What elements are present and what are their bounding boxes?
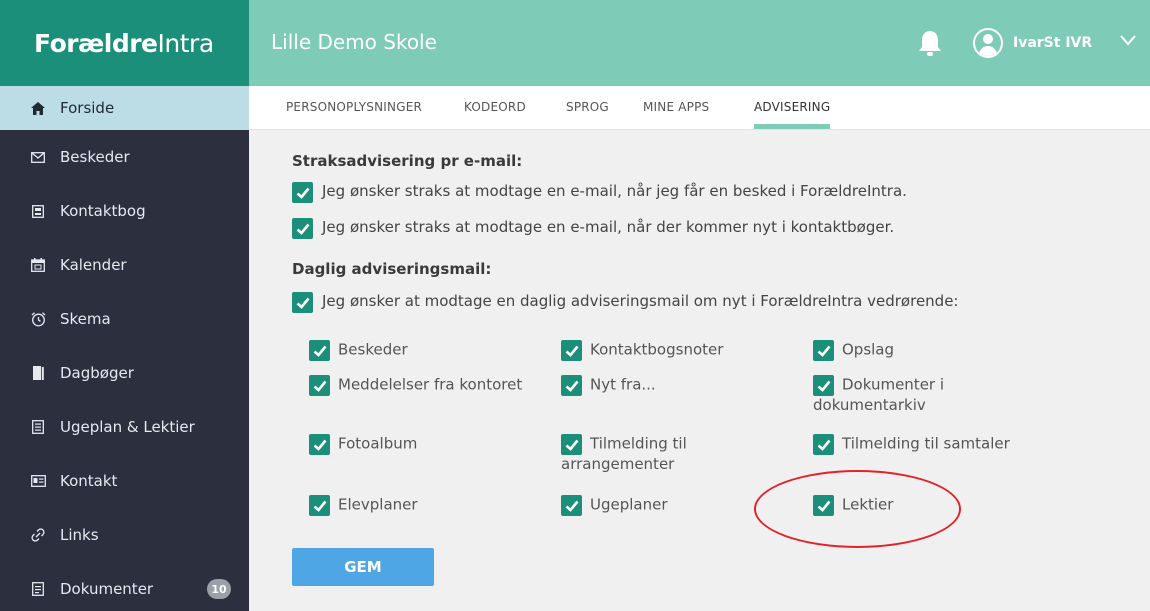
sidebar-item-label: Beskeder <box>60 148 130 166</box>
daily-option-elevplaner[interactable]: Elevplaner <box>309 495 549 516</box>
home-icon <box>28 100 48 116</box>
checkbox-checked-icon[interactable] <box>292 292 313 313</box>
link-icon <box>28 527 48 543</box>
checkbox-checked-icon[interactable] <box>813 375 834 396</box>
tab-advisering[interactable]: ADVISERING <box>754 100 830 114</box>
user-name: IvarSt IVR <box>1013 35 1093 51</box>
sidebar-item-label: Dokumenter <box>60 580 154 598</box>
sidebar-item-kontakt[interactable]: Kontakt <box>0 454 249 508</box>
sidebar-item-label: Forside <box>60 99 115 117</box>
option-label: Beskeder <box>338 340 408 359</box>
bell-icon[interactable] <box>917 29 943 57</box>
top-bar: Lille Demo Skole IvarSt IVR <box>249 0 1150 86</box>
sidebar-item-label: Links <box>60 526 99 544</box>
checkbox-checked-icon[interactable] <box>561 495 582 516</box>
notification-badge: 10 <box>207 579 231 599</box>
daily-option-nyt-fra[interactable]: Nyt fra... <box>561 375 801 396</box>
checkbox-checked-icon[interactable] <box>309 340 330 361</box>
settings-tabs: PERSONOPLYSNINGER KODEORD SPROG MINE APP… <box>249 86 1150 130</box>
calendar-icon <box>28 257 48 273</box>
option-label: Jeg ønsker straks at modtage en e-mail, … <box>322 182 907 200</box>
tab-sprog[interactable]: SPROG <box>566 100 609 114</box>
instant-option-contact-books[interactable]: Jeg ønsker straks at modtage en e-mail, … <box>292 218 894 239</box>
option-label: Jeg ønsker at modtage en daglig adviseri… <box>322 292 959 310</box>
option-label: Fotoalbum <box>338 434 418 453</box>
option-label: Jeg ønsker straks at modtage en e-mail, … <box>322 218 895 236</box>
option-label: Kontaktbogsnoter <box>590 340 724 359</box>
sidebar-item-label: Skema <box>60 310 111 328</box>
daily-option-kontaktbogsnoter[interactable]: Kontaktbogsnoter <box>561 340 801 361</box>
school-name: Lille Demo Skole <box>271 30 437 54</box>
sidebar-item-label: Kontaktbog <box>60 202 146 220</box>
option-label: Opslag <box>842 340 895 359</box>
checkbox-checked-icon[interactable] <box>561 434 582 455</box>
brand-logo-bold: Forældre <box>34 28 158 58</box>
sidebar-item-beskeder[interactable]: Beskeder <box>0 130 249 184</box>
chevron-down-icon[interactable] <box>1119 33 1137 47</box>
sidebar-item-forside[interactable]: Forside <box>0 86 249 130</box>
option-label: Elevplaner <box>338 495 418 514</box>
advisering-panel: Straksadvisering pr e-mail: Jeg ønsker s… <box>249 130 1150 611</box>
checkbox-checked-icon[interactable] <box>813 340 834 361</box>
sidebar-item-skema[interactable]: Skema <box>0 292 249 346</box>
daily-option-dokumenter[interactable]: Dokumenter i dokumentarkiv <box>813 375 993 415</box>
sidebar-item-kontaktbog[interactable]: Kontaktbog <box>0 184 249 238</box>
sidebar-item-label: Kalender <box>60 256 127 274</box>
checkbox-checked-icon[interactable] <box>309 375 330 396</box>
checkbox-checked-icon[interactable] <box>309 495 330 516</box>
option-label: Meddelelser fra kontoret <box>338 375 523 394</box>
sidebar-item-dagboger[interactable]: Dagbøger <box>0 346 249 400</box>
checkbox-checked-icon[interactable] <box>561 375 582 396</box>
tab-kodeord[interactable]: KODEORD <box>464 100 526 114</box>
checkbox-checked-icon[interactable] <box>292 218 313 239</box>
envelope-icon <box>28 149 48 165</box>
brand-logo[interactable]: Forældre Intra <box>0 0 249 86</box>
daily-master-option[interactable]: Jeg ønsker at modtage en daglig adviseri… <box>292 292 958 313</box>
daily-option-meddelelser[interactable]: Meddelelser fra kontoret <box>309 375 559 396</box>
active-tab-indicator <box>754 124 830 129</box>
checkbox-checked-icon[interactable] <box>813 434 834 455</box>
daily-option-tilmelding-arrangementer[interactable]: Tilmelding til arrangementer <box>561 434 736 474</box>
sidebar-item-label: Ugeplan & Lektier <box>60 418 195 436</box>
sidebar: Forside Beskeder Kontaktbog Kalender Ske… <box>0 86 249 611</box>
document-list-icon <box>28 419 48 435</box>
id-card-icon <box>28 473 48 489</box>
sidebar-item-label: Kontakt <box>60 472 118 490</box>
instant-option-messages[interactable]: Jeg ønsker straks at modtage en e-mail, … <box>292 182 907 203</box>
highlight-ellipse <box>754 470 961 548</box>
daily-option-beskeder[interactable]: Beskeder <box>309 340 539 361</box>
option-label: Nyt fra... <box>590 375 656 394</box>
sidebar-item-ugeplan[interactable]: Ugeplan & Lektier <box>0 400 249 454</box>
tab-personoplysninger[interactable]: PERSONOPLYSNINGER <box>286 100 422 114</box>
checkbox-checked-icon[interactable] <box>309 434 330 455</box>
checkbox-checked-icon[interactable] <box>292 182 313 203</box>
checkbox-checked-icon[interactable] <box>561 340 582 361</box>
contact-book-icon <box>28 203 48 219</box>
option-label: Ugeplaner <box>590 495 668 514</box>
book-icon <box>28 365 48 381</box>
daily-option-opslag[interactable]: Opslag <box>813 340 1053 361</box>
alarm-clock-icon <box>28 311 48 327</box>
sidebar-item-links[interactable]: Links <box>0 508 249 562</box>
document-icon <box>28 581 48 597</box>
daily-option-fotoalbum[interactable]: Fotoalbum <box>309 434 549 455</box>
tab-mine-apps[interactable]: MINE APPS <box>643 100 709 114</box>
save-button[interactable]: GEM <box>292 548 434 586</box>
heading-daily-email: Daglig adviseringsmail: <box>292 260 492 278</box>
sidebar-item-dokumenter[interactable]: Dokumenter 10 <box>0 562 249 611</box>
sidebar-item-label: Dagbøger <box>60 364 134 382</box>
option-label: Tilmelding til samtaler <box>842 434 1010 453</box>
brand-logo-light: Intra <box>157 28 215 58</box>
sidebar-item-kalender[interactable]: Kalender <box>0 238 249 292</box>
daily-option-tilmelding-samtaler[interactable]: Tilmelding til samtaler <box>813 434 1113 455</box>
user-menu[interactable]: IvarSt IVR <box>973 28 1092 58</box>
user-avatar-icon <box>973 28 1003 58</box>
heading-instant-email: Straksadvisering pr e-mail: <box>292 152 523 170</box>
